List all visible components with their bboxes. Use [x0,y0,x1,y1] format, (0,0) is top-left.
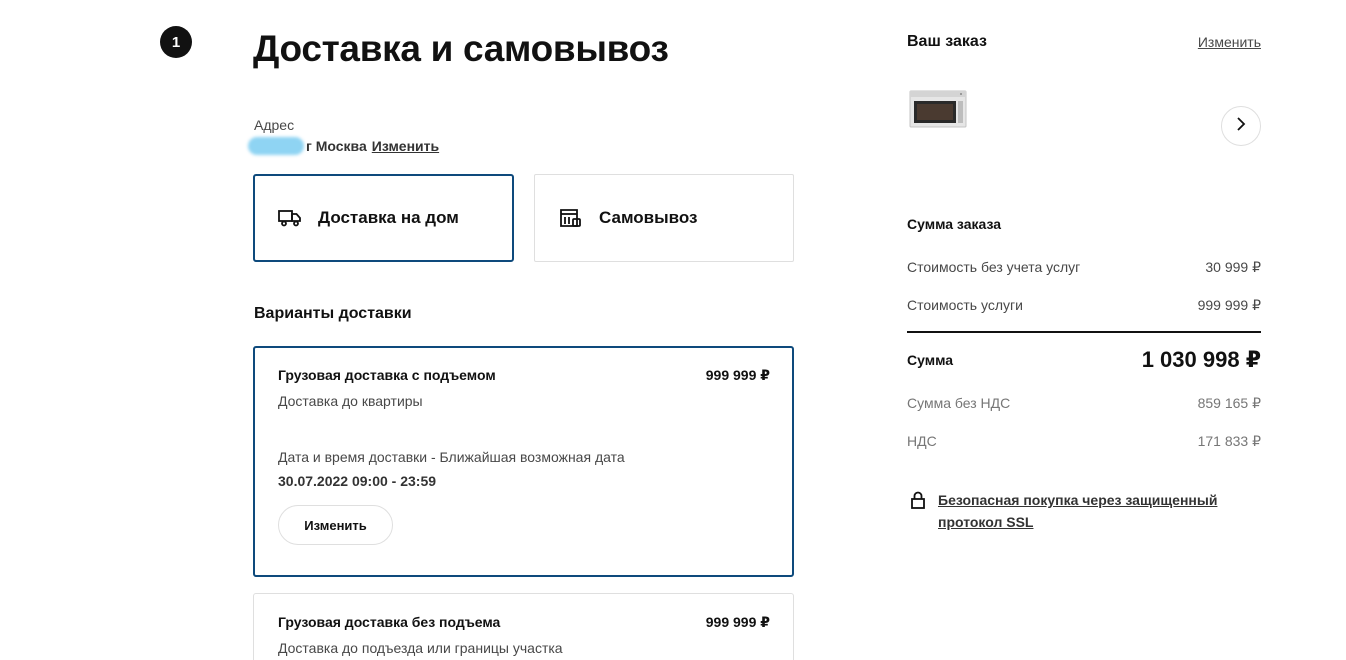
delivery-options-heading: Варианты доставки [254,305,412,322]
summary-row-label: НДС [907,433,937,449]
summary-row-without-vat: Сумма без НДС 859 165 ₽ [907,395,1261,412]
delivery-option-with-lift[interactable]: Грузовая доставка с подъемом 999 999 ₽ Д… [253,346,794,577]
option-title: Грузовая доставка с подъемом [278,367,496,383]
option-change-date-button[interactable]: Изменить [278,505,393,545]
address-line: г Москва Изменить [248,137,439,155]
delivery-option-without-lift[interactable]: Грузовая доставка без подъема 999 999 ₽ … [253,593,794,660]
total-value: 1 030 998 ₽ [1141,347,1261,372]
product-thumbnail[interactable] [909,87,967,131]
summary-row-value: 999 999 ₽ [1197,297,1261,313]
delivery-method-pickup-label: Самовывоз [599,208,698,227]
carousel-next-button[interactable] [1221,106,1261,146]
delivery-method-home[interactable]: Доставка на дом [253,174,514,262]
option-subtitle: Доставка до подъезда или границы участка [278,640,563,656]
delivery-method-home-label: Доставка на дом [318,208,459,227]
option-date-value: 30.07.2022 09:00 - 23:59 [278,473,437,489]
order-title: Ваш заказ [907,33,987,50]
summary-row-vat: НДС 171 833 ₽ [907,433,1261,450]
summary-row-value: 30 999 ₽ [1205,259,1261,275]
order-change-link[interactable]: Изменить [1198,34,1261,50]
address-label: Адрес [254,117,295,133]
chevron-right-icon [1235,116,1247,137]
ssl-notice: Безопасная покупка через защищенный прот… [910,489,1261,533]
summary-title: Сумма заказа [907,216,1002,232]
option-title: Грузовая доставка без подъема [278,614,501,630]
address-redacted-blur [248,137,304,155]
summary-row-label: Сумма без НДС [907,395,1011,411]
summary-divider [907,331,1261,333]
option-date-label: Дата и время доставки - Ближайшая возмож… [278,449,625,465]
summary-row-goods: Стоимость без учета услуг 30 999 ₽ [907,259,1261,276]
truck-icon [278,206,302,230]
summary-row-label: Стоимость без учета услуг [907,259,1081,275]
store-icon [559,206,583,230]
summary-row-label: Стоимость услуги [907,297,1023,313]
page-title: Доставка и самовывоз [253,28,669,69]
step-number-badge: 1 [160,26,192,58]
summary-row-value: 859 165 ₽ [1197,395,1261,411]
option-price: 999 999 ₽ [705,614,770,630]
delivery-method-pickup[interactable]: Самовывоз [534,174,794,262]
ssl-link[interactable]: Безопасная покупка через защищенный прот… [938,489,1261,533]
summary-row-services: Стоимость услуги 999 999 ₽ [907,297,1261,314]
address-city: г Москва [306,138,367,154]
lock-icon [910,490,926,510]
option-subtitle: Доставка до квартиры [278,393,423,409]
address-change-link[interactable]: Изменить [372,138,439,154]
summary-row-value: 171 833 ₽ [1197,433,1261,449]
total-label: Сумма [907,352,954,368]
option-price: 999 999 ₽ [705,367,770,383]
